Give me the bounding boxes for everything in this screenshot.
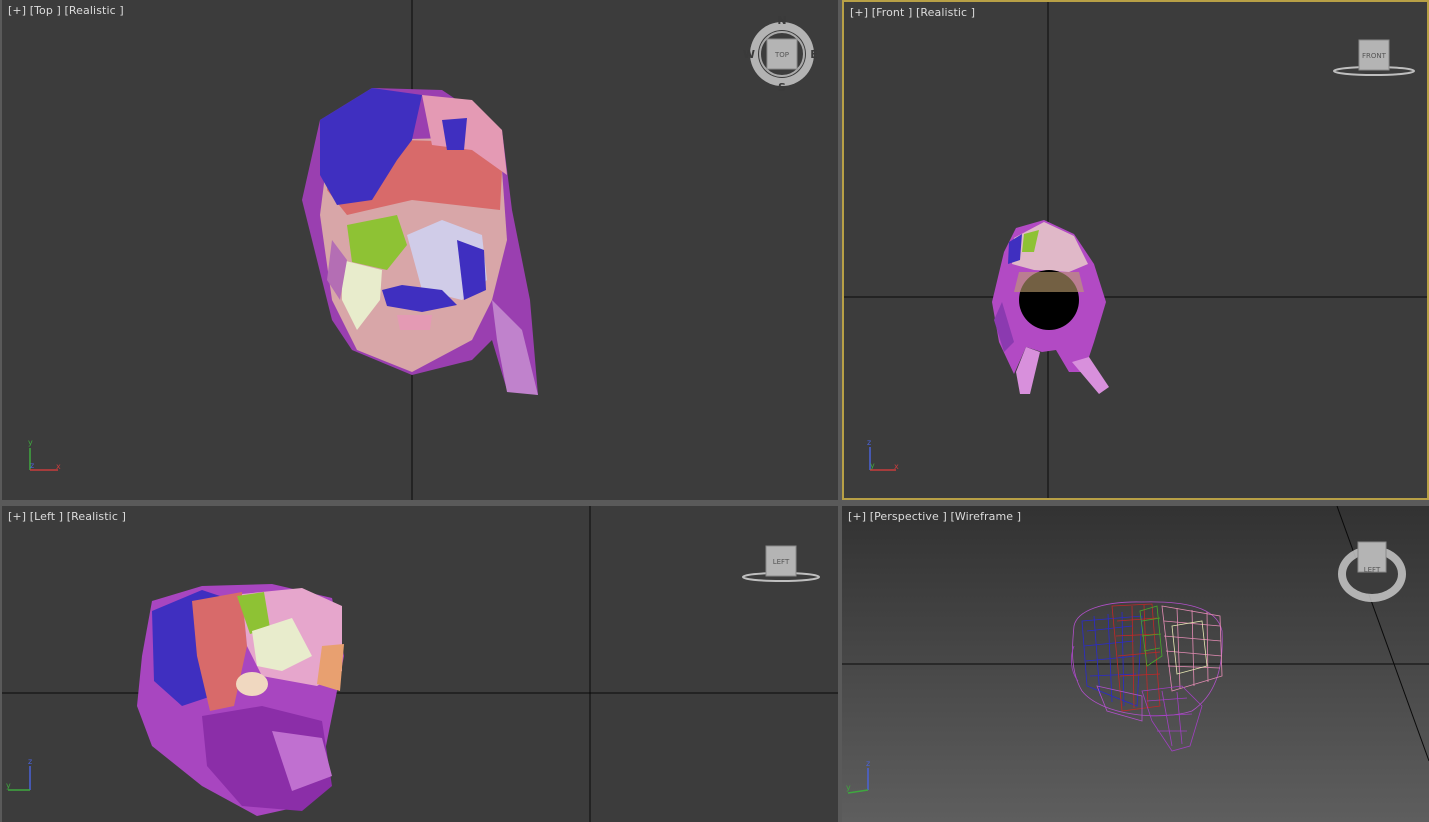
viewcube-left-face[interactable]: LEFT xyxy=(773,558,790,566)
viewport-perspective-label[interactable]: [+] [Perspective ] [Wireframe ] xyxy=(848,510,1021,523)
viewport-left-canvas[interactable]: LEFT z y xyxy=(2,506,838,822)
svg-text:x: x xyxy=(56,462,61,471)
compass-west: W xyxy=(743,48,755,61)
svg-text:y: y xyxy=(6,781,11,790)
viewcube-front[interactable]: FRONT xyxy=(1333,39,1415,76)
viewport-top[interactable]: TOP N E S W y z x [+] [Top ] [Realistic … xyxy=(2,0,838,500)
head-model-left[interactable] xyxy=(137,584,344,816)
viewcube-top-face[interactable]: TOP xyxy=(774,51,789,59)
compass-north: N xyxy=(777,14,786,27)
axis-tripod-left: z y xyxy=(6,757,32,791)
compass-east: E xyxy=(810,48,818,61)
viewcube-front-face[interactable]: FRONT xyxy=(1362,52,1387,60)
compass-south: S xyxy=(778,81,786,94)
axis-tripod-perspective: z y xyxy=(846,759,870,794)
viewport-perspective-canvas[interactable]: LEFT z y xyxy=(842,506,1429,822)
viewport-front-canvas[interactable]: FRONT z y x xyxy=(844,2,1429,500)
svg-text:x: x xyxy=(894,462,899,471)
viewcube-perspective[interactable]: LEFT xyxy=(1338,541,1406,602)
viewcube-top[interactable]: TOP N E S W xyxy=(743,14,818,94)
svg-text:y: y xyxy=(870,461,875,470)
viewport-left[interactable]: LEFT z y [+] [Left ] [Realistic ] xyxy=(2,506,838,822)
svg-text:y: y xyxy=(846,783,851,792)
axis-tripod-top: y z x xyxy=(28,438,61,471)
viewport-front-label[interactable]: [+] [Front ] [Realistic ] xyxy=(850,6,975,19)
viewport-top-label[interactable]: [+] [Top ] [Realistic ] xyxy=(8,4,124,17)
head-model-top[interactable] xyxy=(302,88,538,395)
axis-tripod-front: z y x xyxy=(867,438,899,471)
head-model-wireframe[interactable] xyxy=(1070,601,1223,752)
viewcube-left[interactable]: LEFT xyxy=(742,545,820,582)
svg-text:z: z xyxy=(30,461,34,470)
viewport-left-label[interactable]: [+] [Left ] [Realistic ] xyxy=(8,510,126,523)
svg-text:z: z xyxy=(867,438,871,447)
viewport-front[interactable]: FRONT z y x [+] [Front ] [Realistic ] xyxy=(842,0,1429,500)
viewcube-perspective-face[interactable]: LEFT xyxy=(1364,566,1381,574)
svg-text:z: z xyxy=(866,759,870,768)
viewport-top-canvas[interactable]: TOP N E S W y z x xyxy=(2,0,838,500)
viewport-perspective[interactable]: LEFT z y [+] [Perspective ] [Wireframe ] xyxy=(842,506,1429,822)
head-model-front[interactable] xyxy=(992,220,1109,394)
svg-text:z: z xyxy=(28,757,32,766)
svg-text:y: y xyxy=(28,438,33,447)
